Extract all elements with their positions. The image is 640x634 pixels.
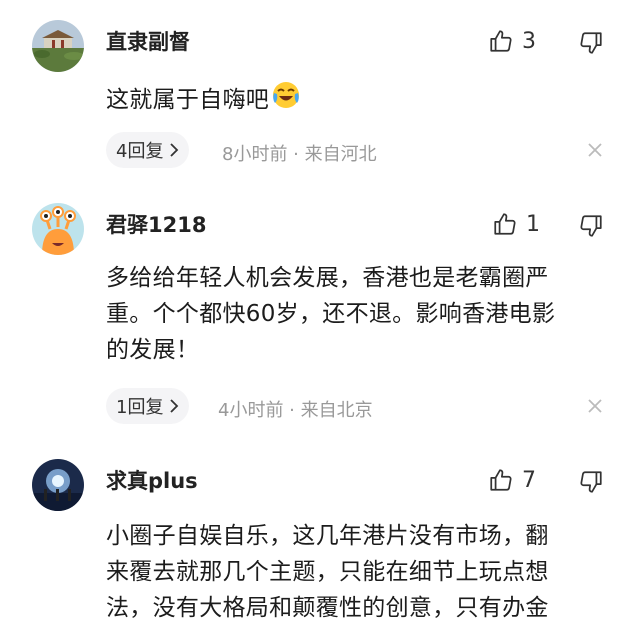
reply-button[interactable]: 4回复 [106,132,190,168]
dislike-button[interactable] [578,469,604,495]
thumbs-up-icon [490,30,512,52]
like-button[interactable]: 7 [488,467,536,493]
comment-text-line: 多给给年轻人机会发展，香港也是老霸圈严 [106,265,549,291]
comment-meta: 4小时前 · 来自北京 [218,400,373,421]
comment-text-line: 的发展！ [106,337,200,363]
dislike-button[interactable] [578,30,604,56]
comment-text-line: 法，没有大格局和颠覆性的创意，只有办金 [106,595,549,621]
comment-meta: 8小时前 · 来自河北 [222,144,377,165]
comment-text: 小圈子自娱自乐，这几年港片没有市场，翻 来覆去就那几个主题，只能在细节上玩点想 … [106,518,606,626]
username[interactable]: 求真plus [106,467,198,495]
reply-label: 4回复 [116,141,164,162]
comment-text-body: 这就属于自嗨吧 [106,87,270,113]
username[interactable]: 直隶副督 [106,28,190,56]
like-count: 3 [522,28,536,54]
like-count: 7 [522,467,536,493]
avatar-image [32,203,84,255]
close-icon[interactable] [584,395,606,417]
thumbs-down-icon [580,471,602,493]
chevron-right-icon [170,399,179,413]
thumbs-up-icon [490,469,512,491]
like-button[interactable]: 1 [492,211,540,237]
thumbs-up-icon [494,213,516,235]
like-button[interactable]: 3 [488,28,536,54]
comment-text-line: 来覆去就那几个主题，只能在细节上玩点想 [106,559,549,585]
username[interactable]: 君驿1218 [106,211,206,239]
chevron-right-icon [170,143,179,157]
thumbs-down-icon [580,32,602,54]
thumbs-down-icon [580,215,602,237]
reply-button[interactable]: 1回复 [106,388,190,424]
comment-text: 这就属于自嗨吧 [106,80,606,121]
like-count: 1 [526,211,540,237]
reply-label: 1回复 [116,397,164,418]
avatar-image [32,20,84,72]
comment-text: 多给给年轻人机会发展，香港也是老霸圈严 重。个个都快60岁，还不退。影响香港电影… [106,260,606,368]
avatar-image [32,459,84,511]
close-icon[interactable] [584,139,606,161]
comment-text-line: 重。个个都快60岁，还不退。影响香港电影 [106,301,556,327]
comment-text-line: 小圈子自娱自乐，这几年港片没有市场，翻 [106,523,549,549]
avatar[interactable] [32,203,84,255]
avatar[interactable] [32,459,84,511]
crying-laughing-emoji [271,80,301,121]
dislike-button[interactable] [578,213,604,239]
avatar[interactable] [32,20,84,72]
